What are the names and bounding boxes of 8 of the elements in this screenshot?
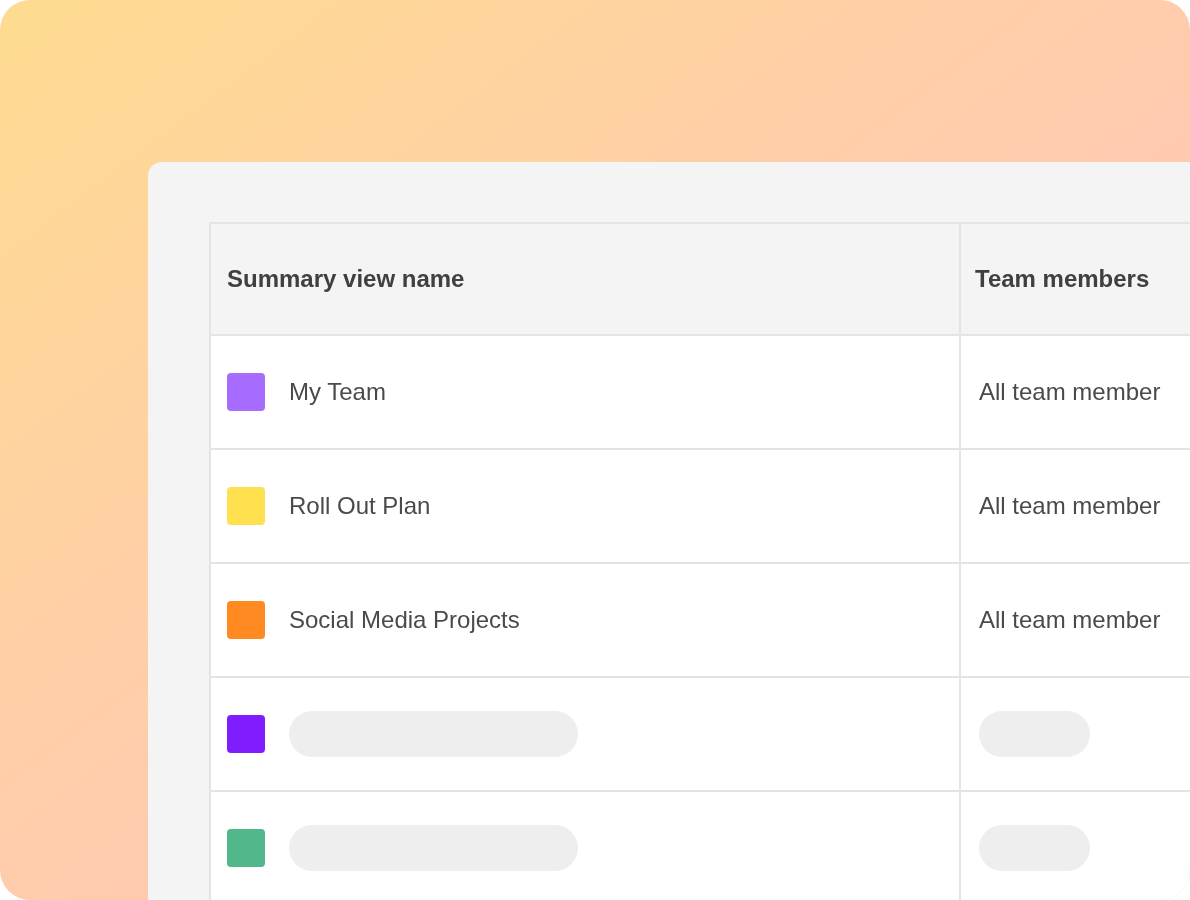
view-name: My Team (289, 377, 386, 407)
column-header: Team members (975, 264, 1150, 294)
view-name: Social Media Projects (289, 605, 520, 635)
members-text: All team member (979, 605, 1161, 635)
members-text: All team member (979, 377, 1161, 407)
view-name: Roll Out Plan (289, 491, 431, 521)
column-header: Summary view name (227, 264, 465, 294)
members-text: All team member (979, 491, 1161, 521)
